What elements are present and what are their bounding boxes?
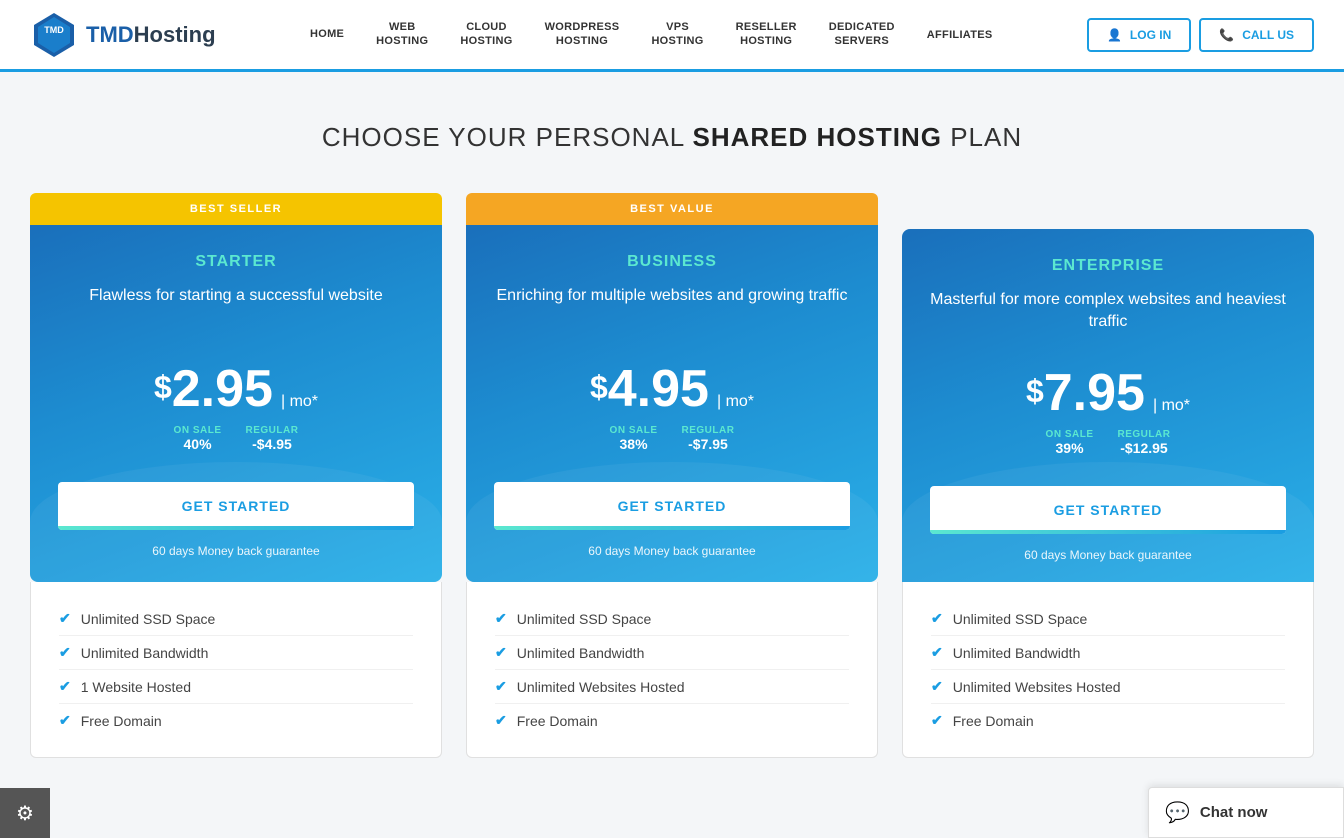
user-icon: 👤 xyxy=(1107,28,1122,42)
money-back-business: 60 days Money back guarantee xyxy=(494,544,850,558)
price-main-enterprise: $7.95 xyxy=(1026,367,1145,419)
nav-wordpress-hosting[interactable]: WORDPRESSHOSTING xyxy=(529,0,636,71)
feature-item: ✔Unlimited Bandwidth xyxy=(59,636,413,670)
feature-item: ✔Free Domain xyxy=(931,704,1285,737)
main-content: CHOOSE YOUR PERSONAL SHARED HOSTING PLAN… xyxy=(0,72,1344,788)
price-meta-starter: ON SALE 40% REGULAR -$4.95 xyxy=(58,425,414,452)
money-back-enterprise: 60 days Money back guarantee xyxy=(930,548,1286,562)
feature-item: ✔Unlimited Websites Hosted xyxy=(495,670,849,704)
pricing-card-starter: STARTER Flawless for starting a successf… xyxy=(30,225,442,582)
feature-item: ✔Unlimited SSD Space xyxy=(931,602,1285,636)
feature-item: ✔Unlimited Bandwidth xyxy=(931,636,1285,670)
price-per-business: | mo* xyxy=(717,393,754,411)
nav-cloud-hosting[interactable]: CLOUDHOSTING xyxy=(444,0,528,71)
logo[interactable]: TMD TMDHosting xyxy=(30,11,216,59)
plan-name-starter: STARTER xyxy=(58,253,414,271)
header-actions: 👤 LOG IN 📞 CALL US xyxy=(1087,18,1314,52)
feature-item: ✔Unlimited Bandwidth xyxy=(495,636,849,670)
price-section-starter: $2.95 | mo* ON SALE 40% REGULAR -$4.95 xyxy=(58,363,414,452)
plan-desc-starter: Flawless for starting a successful websi… xyxy=(58,285,414,333)
price-section-business: $4.95 | mo* ON SALE 38% REGULAR -$7.95 xyxy=(494,363,850,452)
pricing-card-business: BUSINESS Enriching for multiple websites… xyxy=(466,225,878,582)
price-main-business: $4.95 xyxy=(590,363,709,415)
feature-item: ✔1 Website Hosted xyxy=(59,670,413,704)
plan-name-enterprise: ENTERPRISE xyxy=(930,257,1286,275)
price-main-starter: $2.95 xyxy=(154,363,273,415)
settings-widget[interactable]: ⚙ xyxy=(0,788,50,838)
page-title-suffix: PLAN xyxy=(942,122,1022,152)
logo-label: TMDHosting xyxy=(86,22,216,48)
price-per-starter: | mo* xyxy=(281,393,318,411)
nav-reseller-hosting[interactable]: RESELLERHOSTING xyxy=(720,0,813,71)
feature-item: ✔Unlimited SSD Space xyxy=(495,602,849,636)
callus-label: CALL US xyxy=(1242,28,1294,42)
features-starter: ✔Unlimited SSD Space ✔Unlimited Bandwidt… xyxy=(30,582,442,758)
feature-item: ✔Free Domain xyxy=(495,704,849,737)
price-meta-business: ON SALE 38% REGULAR -$7.95 xyxy=(494,425,850,452)
pricing-grid: BEST SELLER STARTER Flawless for startin… xyxy=(30,193,1314,758)
check-icon: ✔ xyxy=(59,712,71,729)
feature-item: ✔Unlimited SSD Space xyxy=(59,602,413,636)
check-icon: ✔ xyxy=(931,678,943,695)
price-section-enterprise: $7.95 | mo* ON SALE 39% REGULAR -$12.95 xyxy=(930,367,1286,456)
check-icon: ✔ xyxy=(931,712,943,729)
chat-widget[interactable]: 💬 Chat now xyxy=(1148,787,1344,838)
price-meta-enterprise: ON SALE 39% REGULAR -$12.95 xyxy=(930,429,1286,456)
feature-item: ✔Free Domain xyxy=(59,704,413,737)
login-label: LOG IN xyxy=(1130,28,1171,42)
plan-enterprise: ENTERPRISE Masterful for more complex we… xyxy=(902,193,1314,758)
plan-desc-enterprise: Masterful for more complex websites and … xyxy=(930,289,1286,337)
plan-desc-business: Enriching for multiple websites and grow… xyxy=(494,285,850,333)
nav-dedicated-servers[interactable]: DEDICATEDSERVERS xyxy=(813,0,911,71)
plan-starter: BEST SELLER STARTER Flawless for startin… xyxy=(30,193,442,758)
main-nav: HOME WEBHOSTING CLOUDHOSTING WORDPRESSHO… xyxy=(294,0,1009,71)
check-icon: ✔ xyxy=(495,610,507,627)
features-business: ✔Unlimited SSD Space ✔Unlimited Bandwidt… xyxy=(466,582,878,758)
chat-bubble-icon: 💬 xyxy=(1165,800,1190,825)
badge-placeholder-enterprise xyxy=(902,193,1314,229)
gear-icon: ⚙ xyxy=(16,801,34,826)
plan-name-business: BUSINESS xyxy=(494,253,850,271)
check-icon: ✔ xyxy=(495,644,507,661)
pricing-card-enterprise: ENTERPRISE Masterful for more complex we… xyxy=(902,229,1314,582)
nav-web-hosting[interactable]: WEBHOSTING xyxy=(360,0,444,71)
check-icon: ✔ xyxy=(495,678,507,695)
chat-label: Chat now xyxy=(1200,804,1268,821)
price-per-enterprise: | mo* xyxy=(1153,397,1190,415)
check-icon: ✔ xyxy=(495,712,507,729)
check-icon: ✔ xyxy=(931,644,943,661)
money-back-starter: 60 days Money back guarantee xyxy=(58,544,414,558)
nav-vps-hosting[interactable]: VPSHOSTING xyxy=(635,0,719,71)
nav-home[interactable]: HOME xyxy=(294,0,360,71)
check-icon: ✔ xyxy=(931,610,943,627)
get-started-enterprise[interactable]: GET STARTED xyxy=(930,486,1286,534)
get-started-starter[interactable]: GET STARTED xyxy=(58,482,414,530)
page-title-prefix: CHOOSE YOUR PERSONAL xyxy=(322,122,693,152)
svg-text:TMD: TMD xyxy=(44,25,64,35)
check-icon: ✔ xyxy=(59,678,71,695)
plan-business: BEST VALUE BUSINESS Enriching for multip… xyxy=(466,193,878,758)
check-icon: ✔ xyxy=(59,610,71,627)
features-enterprise: ✔Unlimited SSD Space ✔Unlimited Bandwidt… xyxy=(902,582,1314,758)
get-started-business[interactable]: GET STARTED xyxy=(494,482,850,530)
feature-item: ✔Unlimited Websites Hosted xyxy=(931,670,1285,704)
page-title: CHOOSE YOUR PERSONAL SHARED HOSTING PLAN xyxy=(30,122,1314,153)
badge-best-seller: BEST SELLER xyxy=(30,193,442,225)
login-button[interactable]: 👤 LOG IN xyxy=(1087,18,1191,52)
phone-icon: 📞 xyxy=(1219,28,1234,42)
check-icon: ✔ xyxy=(59,644,71,661)
page-title-bold: SHARED HOSTING xyxy=(693,122,942,152)
nav-affiliates[interactable]: AFFILIATES xyxy=(911,0,1009,71)
header: TMD TMDHosting HOME WEBHOSTING CLOUDHOST… xyxy=(0,0,1344,72)
callus-button[interactable]: 📞 CALL US xyxy=(1199,18,1314,52)
badge-best-value: BEST VALUE xyxy=(466,193,878,225)
